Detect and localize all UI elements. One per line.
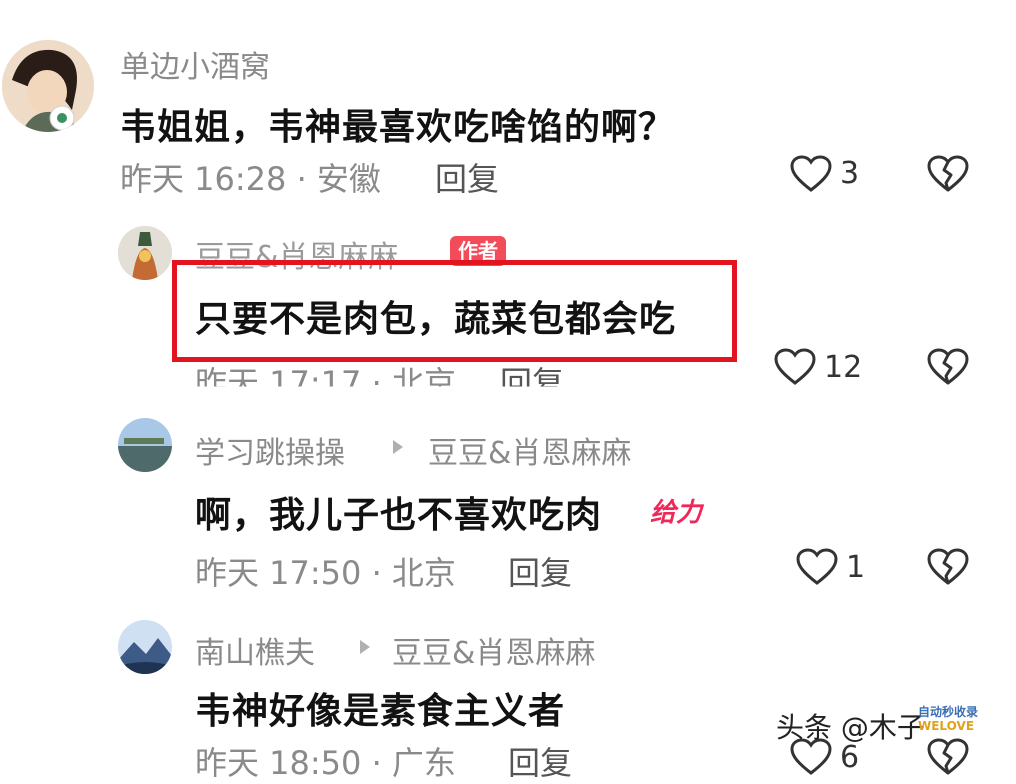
- broken-heart-icon[interactable]: [927, 738, 969, 776]
- like-count: 12: [824, 350, 863, 385]
- comment-text: 只要不是肉包，蔬菜包都会吃: [195, 299, 677, 340]
- reply-button[interactable]: 回复: [508, 548, 572, 594]
- comment-meta: 昨天 17:50 · 北京: [195, 554, 456, 592]
- like-count: 3: [840, 156, 860, 191]
- avatar-illustration-icon: [2, 40, 94, 132]
- avatar[interactable]: [118, 620, 172, 674]
- reply-button[interactable]: 回复: [500, 358, 564, 387]
- reply-to-username[interactable]: 豆豆&肖恩麻麻: [428, 428, 631, 472]
- watermark-text: 头条 @木子: [776, 711, 925, 744]
- sticker-emoji: 给力: [650, 498, 703, 528]
- watermark-logo: 自动秒收录 WELOVE: [918, 705, 978, 733]
- avatar[interactable]: [118, 418, 172, 472]
- comment-meta: 昨天 17:17 · 北京: [195, 364, 456, 402]
- avatar-landscape-icon: [118, 418, 172, 472]
- avatar-photo-icon: [118, 226, 172, 280]
- heart-icon[interactable]: [790, 155, 832, 193]
- comment-meta: 昨天 18:50 · 广东: [195, 744, 456, 782]
- broken-heart-icon[interactable]: [927, 155, 969, 193]
- avatar[interactable]: [2, 40, 94, 132]
- broken-heart-icon[interactable]: [927, 348, 969, 386]
- reply-button[interactable]: 回复: [508, 738, 572, 784]
- heart-icon[interactable]: [774, 348, 816, 386]
- comment-meta: 昨天 16:28 · 安徽: [120, 160, 381, 198]
- reply-to-username[interactable]: 豆豆&肖恩麻麻: [392, 628, 595, 672]
- broken-heart-icon[interactable]: [927, 548, 969, 586]
- avatar-mountain-icon: [118, 620, 172, 674]
- like-count: 1: [846, 550, 866, 585]
- avatar[interactable]: [118, 226, 172, 280]
- heart-icon[interactable]: [796, 548, 838, 586]
- comment-username[interactable]: 南山樵夫: [195, 628, 315, 672]
- comment-username[interactable]: 学习跳操操: [195, 428, 345, 472]
- reply-arrow-icon: [393, 440, 403, 454]
- reply-button[interactable]: 回复: [435, 154, 499, 200]
- watermark-logo-line2: WELOVE: [918, 719, 975, 733]
- watermark-logo-line1: 自动秒收录: [918, 705, 979, 719]
- comment-username[interactable]: 单边小酒窝: [120, 42, 270, 86]
- comment-text: 啊，我儿子也不喜欢吃肉: [195, 495, 603, 536]
- comment-text: 韦神好像是素食主义者: [195, 691, 566, 732]
- comment-text: 韦姐姐，韦神最喜欢吃啥馅的啊？: [120, 107, 676, 148]
- reply-arrow-icon: [360, 640, 370, 654]
